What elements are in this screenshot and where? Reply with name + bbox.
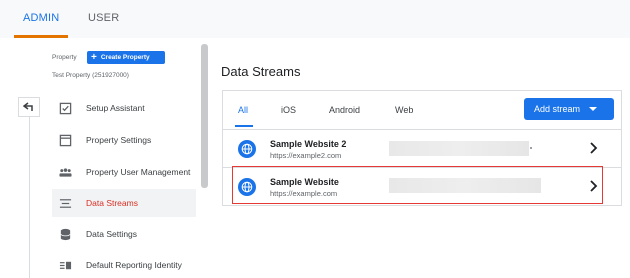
chevron-right-icon <box>590 180 598 192</box>
sidebar-item-default-reporting-identity[interactable]: Default Reporting Identity <box>52 251 196 278</box>
stream-row[interactable]: Sample Website https://example.com <box>223 167 621 205</box>
stream-row[interactable]: Sample Website 2 https://example2.com <box>223 129 621 167</box>
top-tab-bar: ADMIN USER <box>0 0 630 38</box>
back-button[interactable] <box>18 97 40 117</box>
database-icon <box>58 227 72 241</box>
sidebar-item-data-streams[interactable]: Data Streams <box>52 189 196 217</box>
sidebar-item-label: Setup Assistant <box>86 103 145 113</box>
checkbox-icon <box>58 101 72 115</box>
active-tab-underline <box>14 35 68 38</box>
create-property-button[interactable]: + Create Property <box>87 51 165 64</box>
tab-web[interactable]: Web <box>395 105 413 115</box>
globe-icon <box>238 140 256 158</box>
sidebar-item-label: Property User Management <box>86 167 191 177</box>
page-title: Data Streams <box>221 64 301 79</box>
redacted-stream-id <box>389 141 529 156</box>
stream-name: Sample Website 2 <box>270 139 347 149</box>
back-arrow-icon <box>23 102 33 111</box>
identity-icon <box>58 258 72 272</box>
caret-down-icon <box>589 107 598 111</box>
streams-icon <box>58 196 72 210</box>
add-stream-label: Add stream <box>534 104 581 114</box>
sidebar-item-setup-assistant[interactable]: Setup Assistant <box>52 94 196 122</box>
create-property-label: Create Property <box>100 54 150 61</box>
sidebar-item-label: Data Settings <box>86 229 138 239</box>
sidebar-scrollbar[interactable] <box>201 44 208 188</box>
timeline-line <box>29 117 30 278</box>
stream-url: https://example2.com <box>270 151 342 160</box>
globe-icon <box>238 178 256 196</box>
sidebar-item-property-settings[interactable]: Property Settings <box>52 126 196 154</box>
sidebar-item-data-settings[interactable]: Data Settings <box>52 220 196 248</box>
sidebar-item-label: Default Reporting Identity <box>86 260 182 270</box>
plus-icon: + <box>91 51 97 63</box>
chevron-right-icon <box>590 142 598 154</box>
tab-ios[interactable]: iOS <box>281 105 296 115</box>
window-icon <box>58 133 72 147</box>
tab-admin[interactable]: ADMIN <box>23 12 59 24</box>
data-streams-panel: All iOS Android Web Add stream Sample We… <box>222 90 622 206</box>
active-tab-underline <box>235 125 253 127</box>
people-icon <box>58 165 72 179</box>
separator-dot <box>530 147 532 149</box>
sidebar-item-label: Property Settings <box>86 135 152 145</box>
stream-name: Sample Website <box>270 177 339 187</box>
tab-all[interactable]: All <box>238 105 248 115</box>
redacted-stream-id <box>389 178 541 193</box>
sidebar-item-property-user-management[interactable]: Property User Management <box>52 158 196 186</box>
stream-url: https://example.com <box>270 189 338 198</box>
property-label: Property <box>52 54 77 61</box>
add-stream-button[interactable]: Add stream <box>524 98 614 120</box>
tab-user[interactable]: USER <box>88 12 119 24</box>
tab-android[interactable]: Android <box>329 105 360 115</box>
sidebar-item-label: Data Streams <box>86 198 138 208</box>
property-name: Test Property (251927000) <box>52 72 129 79</box>
